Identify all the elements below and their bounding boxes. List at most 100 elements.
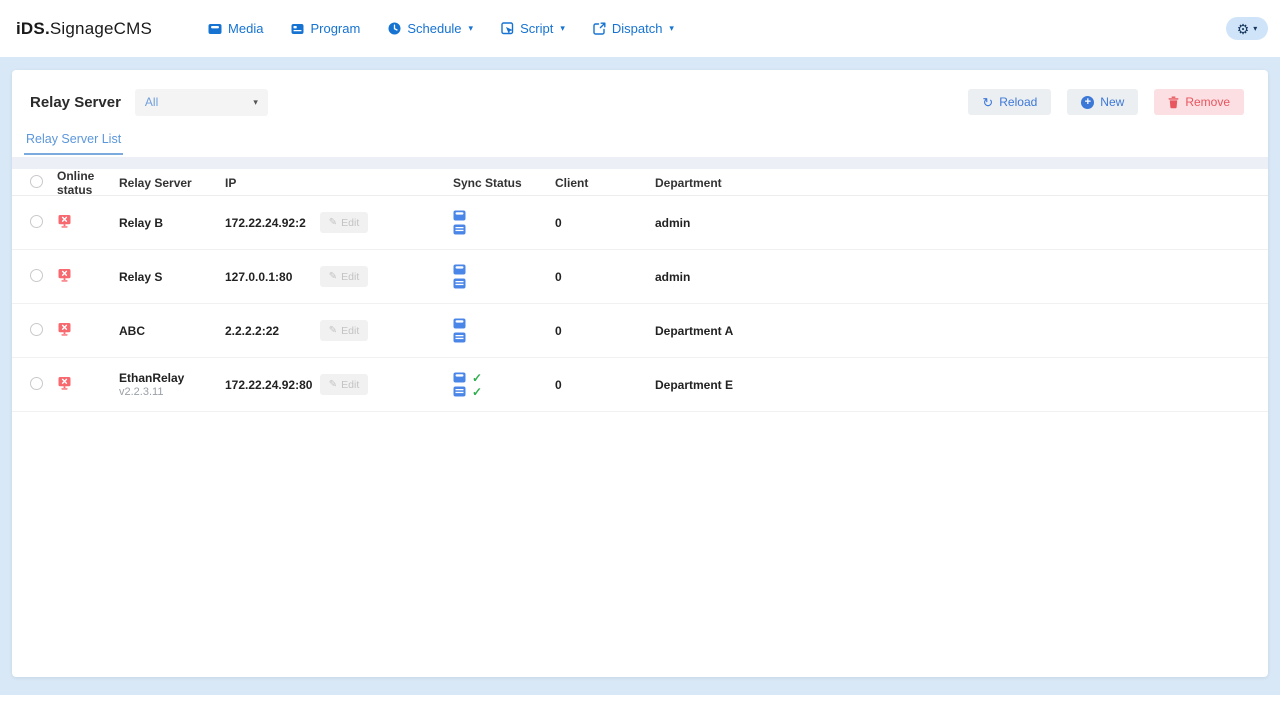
nav-label: Dispatch bbox=[612, 21, 663, 36]
chevron-down-icon: ▾ bbox=[560, 24, 565, 33]
edit-label: Edit bbox=[341, 217, 359, 229]
department: admin bbox=[655, 270, 1268, 284]
offline-status-icon bbox=[57, 214, 72, 229]
relay-ip: 127.0.0.1:80 bbox=[225, 270, 320, 284]
sync-status: ✓ ✓ bbox=[453, 318, 555, 343]
chevron-down-icon: ▾ bbox=[1253, 25, 1257, 33]
sync-status: ✓ ✓ bbox=[453, 210, 555, 235]
top-bar: iDS.SignageCMS Media Program Schedule ▾ bbox=[0, 0, 1280, 57]
nav-label: Script bbox=[520, 21, 553, 36]
trash-icon bbox=[1168, 96, 1179, 109]
media-sync-icon bbox=[453, 264, 466, 275]
relay-server-name: Relay S bbox=[119, 270, 225, 284]
media-sync-icon bbox=[453, 318, 466, 329]
new-label: New bbox=[1100, 95, 1124, 109]
remove-label: Remove bbox=[1185, 95, 1230, 109]
row-select-radio[interactable] bbox=[30, 377, 43, 390]
program-synced-check-icon: ✓ bbox=[472, 386, 482, 398]
client-count: 0 bbox=[555, 378, 655, 392]
relay-server-name: Relay B bbox=[119, 216, 225, 230]
media-synced-check-icon: ✓ bbox=[472, 372, 482, 384]
column-department: Department bbox=[655, 176, 1268, 190]
remove-button[interactable]: Remove bbox=[1154, 89, 1244, 115]
nav-item-script[interactable]: Script ▾ bbox=[501, 21, 565, 36]
media-icon bbox=[208, 23, 222, 35]
content-panel: Relay Server All ▾ ↻ Reload + New Remove… bbox=[12, 70, 1268, 677]
tab-relay-server-list[interactable]: Relay Server List bbox=[24, 132, 123, 155]
edit-label: Edit bbox=[341, 379, 359, 391]
department: Department E bbox=[655, 378, 1268, 392]
settings-menu-button[interactable]: ⚙ ▾ bbox=[1226, 17, 1268, 40]
relay-filter-value: All bbox=[145, 95, 253, 109]
row-select-radio[interactable] bbox=[30, 323, 43, 336]
relay-filter-select[interactable]: All ▾ bbox=[135, 89, 268, 116]
new-button[interactable]: + New bbox=[1067, 89, 1138, 115]
column-ip: IP bbox=[225, 176, 320, 190]
nav-item-media[interactable]: Media bbox=[208, 21, 263, 36]
program-sync-icon bbox=[453, 278, 466, 289]
nav-item-program[interactable]: Program bbox=[291, 21, 360, 36]
app-logo-name: SignageCMS bbox=[50, 19, 152, 38]
nav-item-dispatch[interactable]: Dispatch ▾ bbox=[593, 21, 674, 36]
table-body: Relay B 172.22.24.92:2 ✎ Edit ✓ ✓ bbox=[12, 196, 1268, 412]
tab-bar: Relay Server List bbox=[12, 116, 1268, 155]
header-actions: ↻ Reload + New Remove bbox=[968, 89, 1244, 115]
edit-label: Edit bbox=[341, 325, 359, 337]
script-icon bbox=[501, 22, 514, 35]
edit-button[interactable]: ✎ Edit bbox=[320, 212, 368, 233]
row-select-radio[interactable] bbox=[30, 215, 43, 228]
program-sync-icon bbox=[453, 332, 466, 343]
relay-server-name: EthanRelay bbox=[119, 371, 225, 385]
schedule-icon bbox=[388, 22, 401, 35]
gear-icon: ⚙ bbox=[1237, 22, 1250, 36]
program-sync-icon bbox=[453, 224, 466, 235]
relay-ip: 2.2.2.2:22 bbox=[225, 324, 320, 338]
table-row: Relay B 172.22.24.92:2 ✎ Edit ✓ ✓ bbox=[12, 196, 1268, 250]
client-count: 0 bbox=[555, 324, 655, 338]
pencil-icon: ✎ bbox=[329, 272, 337, 282]
pencil-icon: ✎ bbox=[329, 380, 337, 390]
panel-header: Relay Server All ▾ ↻ Reload + New Remove bbox=[12, 70, 1268, 116]
chevron-down-icon: ▾ bbox=[469, 24, 474, 33]
relay-server-version: v2.2.3.11 bbox=[119, 386, 225, 398]
pencil-icon: ✎ bbox=[329, 218, 337, 228]
nav-label: Program bbox=[310, 21, 360, 36]
table-row: Relay S 127.0.0.1:80 ✎ Edit ✓ ✓ bbox=[12, 250, 1268, 304]
sync-status: ✓ ✓ bbox=[453, 372, 555, 397]
client-count: 0 bbox=[555, 270, 655, 284]
relay-ip: 172.22.24.92:80 bbox=[225, 378, 320, 392]
edit-button[interactable]: ✎ Edit bbox=[320, 374, 368, 395]
program-sync-icon bbox=[453, 386, 466, 397]
relay-server-name: ABC bbox=[119, 324, 225, 338]
reload-label: Reload bbox=[999, 95, 1037, 109]
column-sync-status: Sync Status bbox=[453, 176, 555, 190]
reload-button[interactable]: ↻ Reload bbox=[968, 89, 1051, 115]
row-select-radio[interactable] bbox=[30, 269, 43, 282]
chevron-down-icon: ▾ bbox=[669, 24, 674, 33]
main-nav: Media Program Schedule ▾ Script ▾ bbox=[208, 21, 674, 36]
offline-status-icon bbox=[57, 376, 72, 391]
pencil-icon: ✎ bbox=[329, 326, 337, 336]
media-sync-icon bbox=[453, 210, 466, 221]
table-header: Online status Relay Server IP Sync Statu… bbox=[12, 169, 1268, 196]
program-icon bbox=[291, 23, 304, 35]
department: admin bbox=[655, 216, 1268, 230]
client-count: 0 bbox=[555, 216, 655, 230]
offline-status-icon bbox=[57, 268, 72, 283]
chevron-down-icon: ▾ bbox=[253, 98, 258, 107]
dispatch-icon bbox=[593, 22, 606, 35]
edit-button[interactable]: ✎ Edit bbox=[320, 266, 368, 287]
column-relay-server: Relay Server bbox=[119, 176, 225, 190]
nav-item-schedule[interactable]: Schedule ▾ bbox=[388, 21, 473, 36]
column-online-status: Online status bbox=[57, 169, 119, 197]
select-all-radio[interactable] bbox=[30, 175, 43, 188]
app-logo: iDS.SignageCMS bbox=[16, 19, 152, 39]
edit-button[interactable]: ✎ Edit bbox=[320, 320, 368, 341]
department: Department A bbox=[655, 324, 1268, 338]
table-row: EthanRelay v2.2.3.11 172.22.24.92:80 ✎ E… bbox=[12, 358, 1268, 412]
reload-icon: ↻ bbox=[982, 96, 993, 109]
column-client: Client bbox=[555, 176, 655, 190]
nav-label: Schedule bbox=[407, 21, 461, 36]
media-sync-icon bbox=[453, 372, 466, 383]
relay-ip: 172.22.24.92:2 bbox=[225, 216, 320, 230]
